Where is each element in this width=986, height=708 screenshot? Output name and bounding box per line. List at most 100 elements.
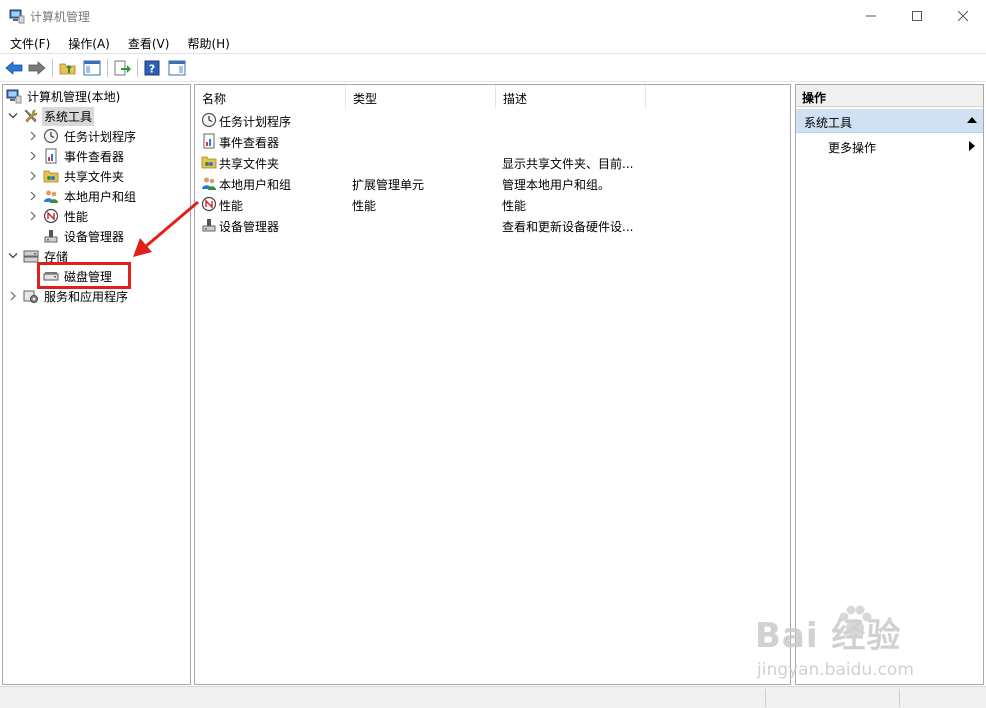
tree-item-label: 本地用户和组 [64, 189, 137, 204]
device-manager-icon [44, 230, 58, 243]
list-item-performance[interactable]: 性能 性能 性能 [199, 194, 787, 215]
tree-item-label: 计算机管理(本地) [27, 89, 121, 104]
list-item-type: 扩展管理单元 [352, 178, 425, 192]
chevron-right-icon[interactable] [27, 186, 39, 206]
list-item-task-scheduler[interactable]: 任务计划程序 [199, 110, 787, 131]
list-item-event-viewer[interactable]: 事件查看器 [199, 131, 787, 152]
column-header-type[interactable]: 类型 [346, 85, 496, 109]
tree-item-label: 服务和应用程序 [44, 289, 129, 304]
minimize-button[interactable] [848, 0, 894, 32]
list-item-name: 共享文件夹 [219, 157, 280, 171]
maximize-button[interactable] [894, 0, 940, 32]
tree-item-shared-folders[interactable]: 共享文件夹 [27, 166, 126, 186]
menu-action[interactable]: 操作(A) [58, 32, 118, 54]
chevron-up-icon[interactable] [967, 117, 977, 123]
shared-folder-icon [43, 170, 59, 183]
list-item-device-manager[interactable]: 设备管理器 查看和更新设备硬件设... [199, 215, 787, 236]
users-icon [44, 190, 58, 203]
list-item-description: 显示共享文件夹、目前... [502, 157, 634, 171]
show-hide-action-pane-icon [168, 60, 186, 76]
chevron-down-icon[interactable] [7, 106, 19, 126]
close-button[interactable] [940, 0, 986, 32]
show-hide-action-pane-button[interactable] [166, 57, 188, 79]
tree-item-root[interactable]: 计算机管理(本地) [6, 86, 122, 106]
tools-icon [24, 109, 38, 123]
device-manager-icon [202, 219, 216, 232]
toolbar-separator [137, 59, 138, 77]
list-item-name: 性能 [219, 199, 244, 213]
list-item-name: 任务计划程序 [219, 115, 292, 129]
list-item-name: 设备管理器 [219, 220, 280, 234]
forward-button[interactable] [26, 57, 48, 79]
list-item-name: 事件查看器 [219, 136, 280, 150]
baidu-watermark: Bai 经验 jingyan.baidu.com [755, 598, 955, 688]
actions-pane: 操作 系统工具 更多操作 [795, 84, 984, 685]
status-bar [0, 686, 986, 708]
performance-icon [43, 208, 59, 224]
tree-item-label: 设备管理器 [64, 229, 125, 244]
chevron-right-icon[interactable] [27, 206, 39, 226]
maximize-icon [912, 11, 922, 21]
column-header-name[interactable]: 名称 [195, 85, 346, 109]
list-pane: 名称 类型 描述 任务计划程序 事件查看器 共享文件夹 显示共享文件夹、目前..… [194, 84, 791, 685]
up-folder-icon [59, 63, 76, 75]
back-arrow-icon [5, 61, 23, 75]
list-item-shared-folders[interactable]: 共享文件夹 显示共享文件夹、目前... [199, 152, 787, 173]
export-list-icon [114, 60, 131, 76]
chevron-right-icon[interactable] [27, 146, 39, 166]
tree-item-event-viewer[interactable]: 事件查看器 [27, 146, 126, 166]
chevron-right-icon[interactable] [27, 126, 39, 146]
annotation-highlight-box [37, 262, 131, 289]
list-item-description: 管理本地用户和组。 [502, 178, 611, 192]
list-item-name: 本地用户和组 [219, 178, 292, 192]
tree-item-services[interactable]: 服务和应用程序 [7, 286, 130, 306]
actions-group-system-tools[interactable]: 系统工具 [796, 109, 983, 133]
event-viewer-icon [45, 148, 57, 164]
tree-item-label: 事件查看器 [64, 149, 125, 164]
show-hide-tree-icon [83, 60, 101, 76]
list-item-type: 性能 [352, 199, 377, 213]
menu-help[interactable]: 帮助(H) [177, 32, 237, 54]
services-icon [23, 290, 38, 303]
help-button[interactable]: ? [141, 57, 163, 79]
shared-folder-icon [201, 156, 217, 169]
window-title: 计算机管理 [30, 10, 91, 24]
svg-text:?: ? [149, 63, 155, 76]
minimize-icon [866, 15, 876, 17]
more-actions-item[interactable]: 更多操作 [796, 135, 983, 157]
tree-item-local-users[interactable]: 本地用户和组 [27, 186, 138, 206]
tree-item-task-scheduler[interactable]: 任务计划程序 [27, 126, 138, 146]
back-button[interactable] [3, 57, 25, 79]
tree-item-system-tools[interactable]: 系统工具 [7, 106, 95, 126]
actions-group-label: 系统工具 [804, 116, 853, 130]
list-item-local-users[interactable]: 本地用户和组 扩展管理单元 管理本地用户和组。 [199, 173, 787, 194]
up-one-level-button[interactable] [57, 57, 79, 79]
clock-icon [201, 112, 217, 128]
performance-icon [201, 196, 217, 212]
watermark-main: Bai 经验 [755, 616, 902, 656]
help-icon: ? [144, 60, 160, 76]
chevron-down-icon[interactable] [7, 246, 19, 266]
toolbar-separator [52, 59, 53, 77]
tree-item-label: 系统工具 [42, 106, 95, 126]
actions-header: 操作 [796, 85, 983, 107]
show-hide-tree-button[interactable] [81, 57, 103, 79]
tree-item-device-manager[interactable]: 设备管理器 [27, 226, 126, 246]
chevron-right-icon[interactable] [7, 286, 19, 306]
toolbar-separator [107, 59, 108, 77]
chevron-right-icon[interactable] [27, 166, 39, 186]
tree-item-label: 任务计划程序 [64, 129, 137, 144]
export-list-button[interactable] [111, 57, 133, 79]
clock-icon [43, 128, 59, 144]
status-segment [765, 689, 899, 707]
tree-item-performance[interactable]: 性能 [27, 206, 90, 226]
event-viewer-icon [203, 133, 215, 149]
computer-management-icon [9, 9, 25, 24]
tree-item-label: 共享文件夹 [64, 169, 125, 184]
column-header-description[interactable]: 描述 [496, 85, 646, 109]
menu-view[interactable]: 查看(V) [118, 32, 178, 54]
title-bar: 计算机管理 [0, 0, 986, 32]
list-item-description: 查看和更新设备硬件设... [502, 220, 634, 234]
menu-file[interactable]: 文件(F) [0, 32, 58, 54]
